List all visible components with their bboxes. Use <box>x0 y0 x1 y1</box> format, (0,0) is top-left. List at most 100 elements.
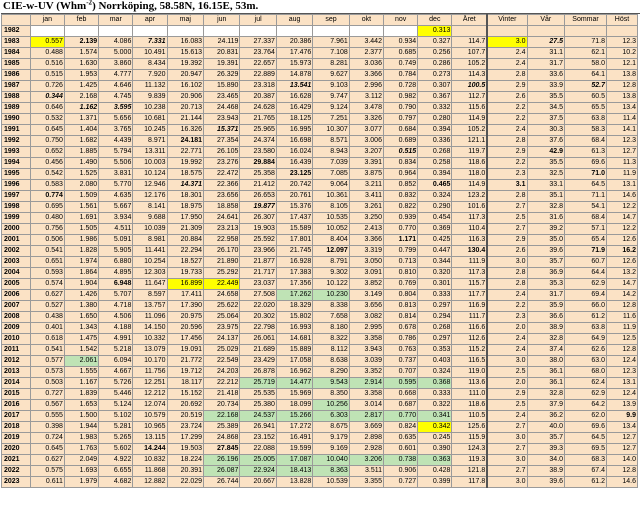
value-cell: 123.2 <box>451 190 489 202</box>
value-cell: 25.622 <box>203 300 241 312</box>
value-cell: 114.7 <box>451 36 489 48</box>
value-cell: 5.281 <box>98 421 134 433</box>
header-year-cell <box>1 14 31 26</box>
year-cell: 2004 <box>1 267 31 279</box>
value-cell: 0.541 <box>29 344 65 356</box>
year-cell: 2006 <box>1 289 31 301</box>
value-cell: 2.914 <box>348 377 384 389</box>
value-cell: 0.756 <box>29 223 65 235</box>
year-cell: 2011 <box>1 344 31 356</box>
value-cell: 0.799 <box>382 245 419 257</box>
value-cell: 22.924 <box>239 465 277 477</box>
value-cell: 2.0 <box>486 322 528 334</box>
value-cell: 1.500 <box>63 410 100 422</box>
value-cell: 10.579 <box>132 410 168 422</box>
header-cell: aug <box>275 14 314 26</box>
value-cell: 3.319 <box>348 245 384 257</box>
value-cell: 0.804 <box>382 289 419 301</box>
value-cell: 3.860 <box>98 58 134 70</box>
value-cell: 16.024 <box>275 146 314 158</box>
value-cell: 31.1 <box>526 47 566 59</box>
table-row: 2011 0.541 1.542 5.218 13.079 19.091 25.029 21.… <box>1 344 639 356</box>
value-cell: 1.630 <box>63 58 100 70</box>
value-cell: 20.742 <box>275 179 314 191</box>
value-cell: 23.037 <box>239 278 277 290</box>
value-cell: 22.212 <box>203 377 241 389</box>
value-cell: 2.7 <box>486 465 528 477</box>
value-cell: 105.2 <box>451 124 489 136</box>
value-cell: 2.5 <box>486 399 528 411</box>
value-cell: 19.903 <box>239 223 277 235</box>
value-cell: 25.592 <box>239 234 277 246</box>
value-cell: 0.286 <box>417 58 453 70</box>
value-cell: 0.695 <box>29 201 65 213</box>
value-cell: 119.0 <box>451 366 489 378</box>
value-cell: 2.8 <box>486 135 528 147</box>
value-cell: 5.091 <box>98 234 134 246</box>
value-cell: 113.6 <box>451 377 489 389</box>
value-cell: 19.733 <box>166 267 205 279</box>
table-row: 1994 0.456 1.490 5.506 10.003 19.992 23.276 29.… <box>1 157 639 169</box>
value-cell: 2.2 <box>486 102 528 114</box>
value-cell: 118.6 <box>451 399 489 411</box>
value-cell: 12.8 <box>605 344 639 356</box>
value-cell: 0.268 <box>417 146 453 158</box>
value-cell: 21.877 <box>239 256 277 268</box>
header-cell: jan <box>29 14 65 26</box>
value-cell: 8.338 <box>312 300 350 312</box>
value-cell: 8.180 <box>312 322 350 334</box>
value-cell: 35.0 <box>526 234 566 246</box>
value-cell: 3.0 <box>486 256 528 268</box>
value-cell: 25.029 <box>203 344 241 356</box>
value-cell: 6.880 <box>98 256 134 268</box>
value-cell: 0.728 <box>382 80 419 92</box>
value-cell: 12.946 <box>132 179 168 191</box>
value-cell: 13.828 <box>275 476 314 488</box>
value-cell: 34.5 <box>526 102 566 114</box>
value-cell: 23.125 <box>275 168 314 180</box>
table-row: 1986 0.515 1.953 4.777 7.920 20.947 26.329 22.8… <box>1 69 639 81</box>
value-cell: 0.332 <box>417 102 453 114</box>
value-cell: 10.681 <box>132 113 168 125</box>
uv-data-table: jan feb mar apr maj jun jul aug sep okt nov dec Året… <box>1 14 639 488</box>
value-cell: 6.655 <box>98 465 134 477</box>
header-cell: dec <box>417 14 453 26</box>
value-cell: 9.124 <box>312 102 350 114</box>
value-cell: 2.7 <box>486 443 528 455</box>
value-cell: 2.2 <box>486 157 528 169</box>
value-cell: 36.6 <box>526 311 566 323</box>
value-cell <box>451 25 489 37</box>
value-cell: 114.3 <box>451 69 489 81</box>
header-cell: jul <box>239 14 277 26</box>
header-cell: okt <box>348 14 384 26</box>
table-row: 1987 0.726 1.425 4.646 11.132 16.102 15.890 23.… <box>1 80 639 92</box>
value-cell: 119.7 <box>451 146 489 158</box>
value-cell: 114.9 <box>451 179 489 191</box>
value-cell: 1.839 <box>63 388 100 400</box>
year-cell: 2009 <box>1 322 31 334</box>
value-cell: 10.361 <box>312 190 350 202</box>
value-cell: 0.646 <box>29 102 65 114</box>
year-cell: 1995 <box>1 168 31 180</box>
value-cell: 4.646 <box>98 80 134 92</box>
value-cell: 19.599 <box>275 443 314 455</box>
value-cell: 0.567 <box>29 399 65 411</box>
value-cell: 20.761 <box>275 190 314 202</box>
value-cell: 0.532 <box>29 113 65 125</box>
title-prefix: CIE-w-UV (Whm <box>3 0 87 12</box>
table-row: 2004 0.593 1.864 4.895 12.303 19.733 25.292 21.… <box>1 267 639 279</box>
value-cell: 0.678 <box>382 322 419 334</box>
value-cell: 3.358 <box>348 333 384 345</box>
value-cell: 15.889 <box>275 344 314 356</box>
value-cell: 117.7 <box>451 289 489 301</box>
value-cell: 9.169 <box>312 443 350 455</box>
value-cell: 10.230 <box>312 289 350 301</box>
year-cell: 2019 <box>1 432 31 444</box>
value-cell: 17.437 <box>275 212 314 224</box>
value-cell <box>239 25 277 37</box>
value-cell <box>63 25 100 37</box>
header-cell: jun <box>203 14 241 26</box>
value-cell: 17.390 <box>166 300 205 312</box>
value-cell: 9.9 <box>605 410 639 422</box>
value-cell: 3.511 <box>348 465 384 477</box>
